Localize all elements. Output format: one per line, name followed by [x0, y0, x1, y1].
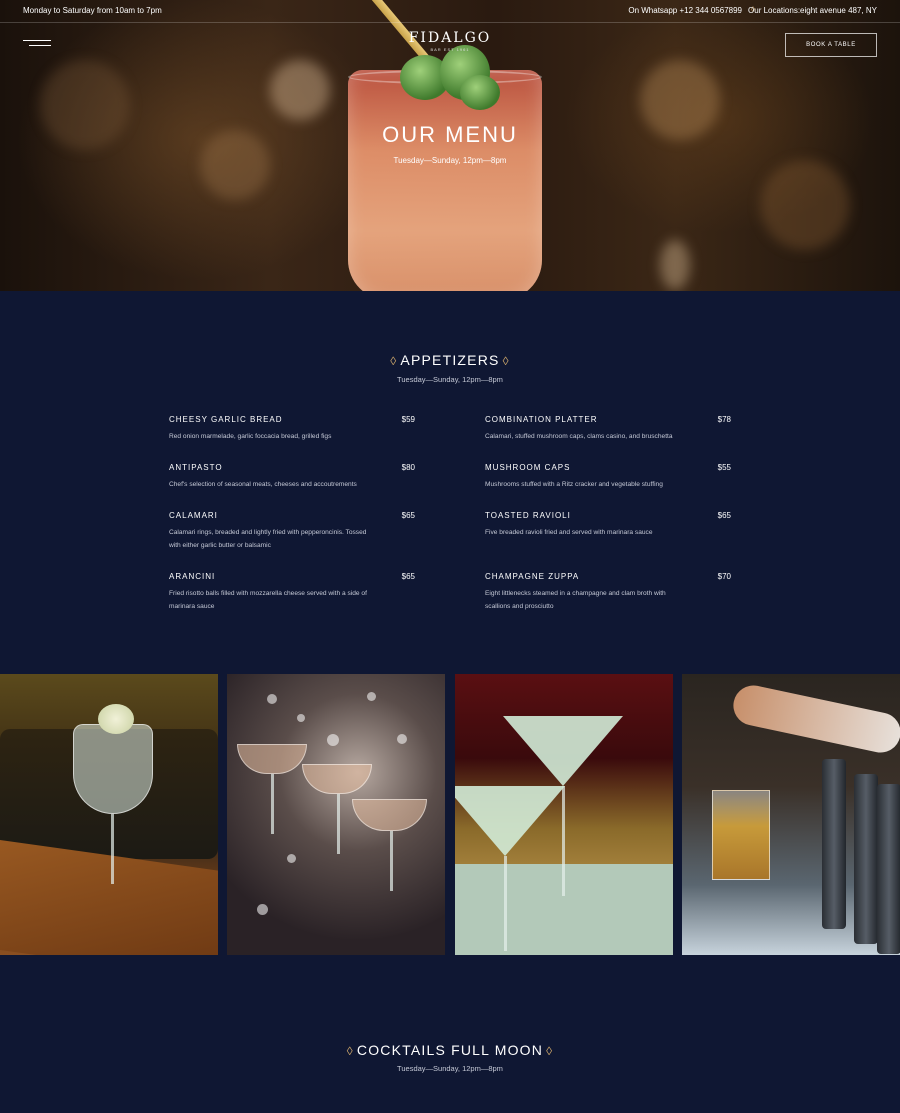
- menu-item-price: $65: [717, 511, 731, 520]
- gallery-photo-champagne-toast[interactable]: [227, 674, 445, 955]
- rocks-glass: [712, 790, 770, 880]
- appetizers-heading: ◊ APPETIZERS ◊: [0, 352, 900, 368]
- menu-item-description: Five breaded ravioli fried and served wi…: [485, 529, 653, 536]
- cocktail-glass: [348, 70, 542, 291]
- menu-item-description: Red onion marmelade, garlic foccacia bre…: [169, 433, 332, 440]
- diamond-icon: ◊: [502, 354, 510, 368]
- gallery-photo-martinis[interactable]: [455, 674, 673, 955]
- menu-item-name: COMBINATION PLATTER: [485, 415, 598, 424]
- bokeh-light: [660, 240, 690, 290]
- cocktails-title: COCKTAILS FULL MOON: [356, 1042, 544, 1058]
- appetizers-title: APPETIZERS: [400, 352, 500, 368]
- menu-item-description: Chef's selection of seasonal meats, chee…: [169, 481, 357, 488]
- menu-item-name: ANTIPASTO: [169, 463, 223, 472]
- wineglass-shape: [73, 724, 153, 814]
- bartender-arm: [729, 681, 900, 757]
- mint-garnish: [460, 75, 500, 110]
- sparkle: [287, 854, 296, 863]
- cocktails-heading: ◊ COCKTAILS FULL MOON ◊: [0, 1042, 900, 1058]
- menu-item-name: TOASTED RAVIOLI: [485, 511, 571, 520]
- menu-item-description: Calamari, stuffed mushroom caps, clams c…: [485, 433, 673, 440]
- cocktail-shaker: [877, 784, 900, 954]
- menu-item-name: ARANCINI: [169, 572, 216, 581]
- page-subtitle: Tuesday—Sunday, 12pm—8pm: [393, 156, 507, 165]
- glass-stem: [390, 831, 393, 891]
- cocktail-shaker: [854, 774, 878, 944]
- appetizers-subtitle: Tuesday—Sunday, 12pm—8pm: [397, 375, 503, 384]
- menu-item-price: $78: [717, 415, 731, 424]
- logo-name: FIDALGO: [408, 30, 492, 46]
- menu-item-name: CHEESY GARLIC BREAD: [169, 415, 283, 424]
- coupe-glass: [237, 744, 307, 774]
- menu-item-description: Fried risotto balls filled with mozzarel…: [169, 590, 367, 610]
- coupe-glass: [352, 799, 427, 831]
- menu-item-price: $80: [401, 463, 415, 472]
- whatsapp-contact-link[interactable]: On Whatsapp +12 344 0567899: [628, 6, 742, 15]
- logo-tagline: BAR EST 1961: [430, 47, 470, 52]
- menu-item-price: $55: [717, 463, 731, 472]
- glass-stem: [271, 774, 274, 834]
- book-table-button[interactable]: BOOK A TABLE: [785, 33, 877, 57]
- glass-stem: [504, 856, 507, 951]
- cocktail-shaker: [822, 759, 846, 929]
- menu-item-name: MUSHROOM CAPS: [485, 463, 571, 472]
- page-title: OUR MENU: [382, 122, 518, 147]
- site-logo[interactable]: FIDALGO BAR EST 1961: [0, 30, 900, 52]
- menu-item-description: Mushrooms stuffed with a Ritz cracker an…: [485, 481, 663, 488]
- gallery-photo-gin-tonic[interactable]: [0, 674, 218, 955]
- sparkle: [367, 692, 376, 701]
- bokeh-light: [270, 60, 330, 120]
- martini-glass: [455, 786, 565, 856]
- diamond-icon: ◊: [346, 1044, 354, 1058]
- diamond-icon: ◊: [546, 1044, 554, 1058]
- hero-banner: Monday to Saturday from 10am to 7pm On W…: [0, 0, 900, 291]
- top-info-bar: Monday to Saturday from 10am to 7pm On W…: [0, 0, 900, 23]
- location-link[interactable]: Our Locations:eight avenue 487, NY: [748, 6, 877, 15]
- opening-hours: Monday to Saturday from 10am to 7pm: [23, 6, 162, 15]
- glass-stem: [337, 794, 340, 854]
- menu-item-price: $59: [401, 415, 415, 424]
- gallery-photo-bartender[interactable]: [682, 674, 900, 955]
- sparkle: [297, 714, 305, 722]
- glass-stem: [111, 814, 114, 884]
- menu-item-price: $70: [717, 572, 731, 581]
- citrus-garnish: [98, 704, 134, 734]
- menu-item-price: $65: [401, 572, 415, 581]
- sparkle: [327, 734, 339, 746]
- menu-item-name: CALAMARI: [169, 511, 218, 520]
- martini-glass: [503, 716, 623, 786]
- sparkle: [397, 734, 407, 744]
- diamond-icon: ◊: [390, 354, 398, 368]
- menu-item-description: Calamari rings, breaded and lightly frie…: [169, 529, 367, 549]
- coupe-glass: [302, 764, 372, 794]
- menu-item-description: Eight littlenecks steamed in a champagne…: [485, 590, 666, 610]
- menu-item-price: $65: [401, 511, 415, 520]
- sparkle: [257, 904, 268, 915]
- sparkle: [267, 694, 277, 704]
- cocktails-subtitle: Tuesday—Sunday, 12pm—8pm: [397, 1064, 503, 1073]
- menu-item-name: CHAMPAGNE ZUPPA: [485, 572, 580, 581]
- bokeh-light: [760, 160, 850, 250]
